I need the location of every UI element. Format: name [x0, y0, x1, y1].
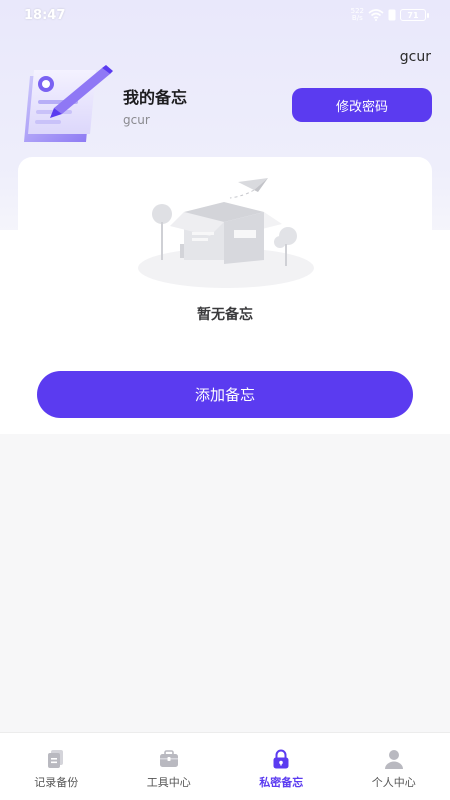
status-icons: 522 B/s 71: [351, 8, 429, 22]
lock-icon: [270, 748, 292, 770]
memo-illustration-icon: [16, 62, 116, 146]
memo-username: gcur: [123, 113, 150, 127]
tab-label: 工具中心: [146, 776, 191, 789]
tab-private-memo[interactable]: 私密备忘: [225, 733, 338, 800]
memo-title: 我的备忘: [123, 88, 188, 107]
tab-personal-center[interactable]: 个人中心: [338, 733, 450, 800]
tab-label: 私密备忘: [259, 776, 304, 789]
empty-box-icon: [136, 172, 316, 288]
status-time: 18:47: [24, 7, 66, 23]
battery-icon: 71: [400, 9, 429, 21]
tab-tool-center[interactable]: 工具中心: [113, 733, 226, 800]
sim-icon: [388, 9, 396, 21]
battery-level: 71: [407, 10, 419, 20]
status-bar: 18:47 522 B/s 71: [0, 0, 450, 30]
backup-icon: [45, 748, 67, 770]
wifi-icon: [368, 9, 384, 21]
tab-record-backup[interactable]: 记录备份: [0, 733, 113, 800]
empty-state-text: 暂无备忘: [197, 307, 253, 323]
change-password-button[interactable]: 修改密码: [292, 88, 432, 122]
network-speed: 522 B/s: [351, 8, 364, 22]
toolbox-icon: [158, 748, 180, 770]
person-icon: [383, 748, 405, 770]
bottom-tab-bar: 记录备份 工具中心 私密备忘 个人中心: [0, 732, 450, 800]
add-memo-button[interactable]: 添加备忘: [37, 371, 413, 418]
screen: 18:47 522 B/s 71 gcur 我的备忘 gcur 修改密码 暂无备…: [0, 0, 450, 800]
tab-label: 记录备份: [34, 776, 79, 789]
top-username: gcur: [399, 49, 431, 65]
tab-label: 个人中心: [371, 776, 416, 789]
network-speed-unit: B/s: [351, 14, 363, 22]
